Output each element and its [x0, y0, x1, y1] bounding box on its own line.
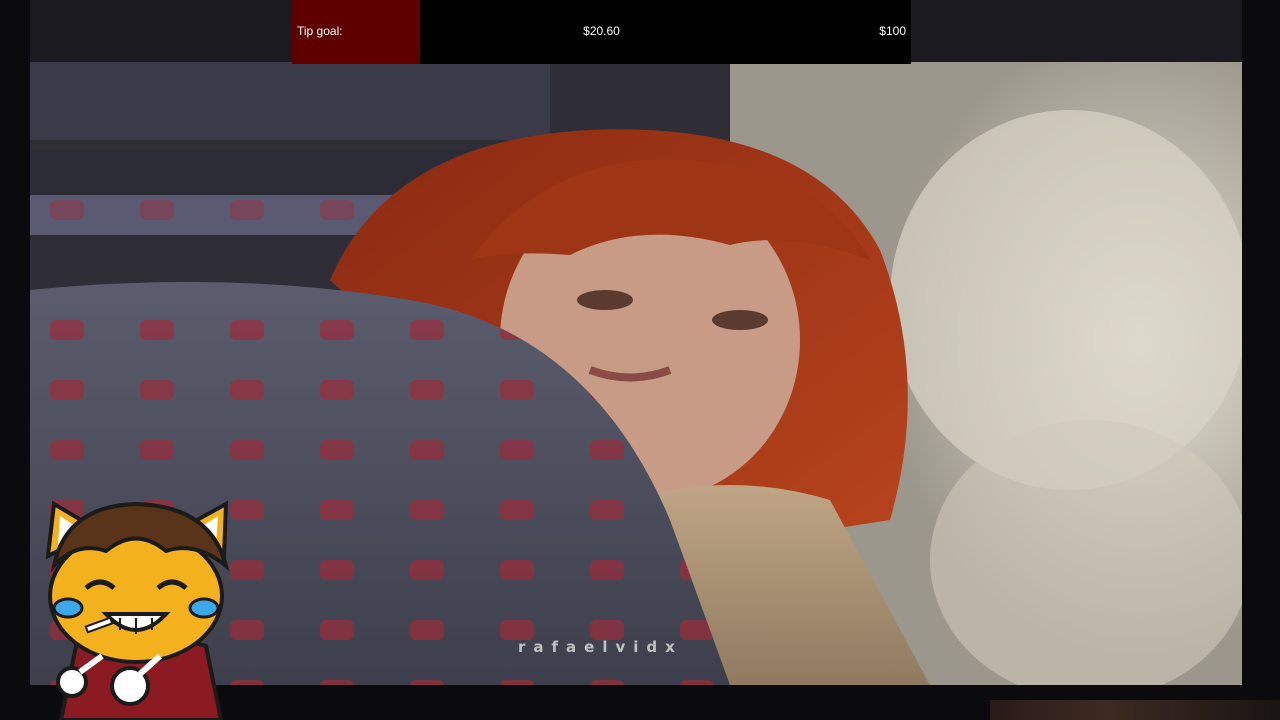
- corner-overlay: [990, 700, 1280, 720]
- tip-goal-target-amount: $100: [879, 24, 906, 38]
- cat-mascot-icon: [36, 496, 236, 720]
- tip-goal-bar: Tip goal: $20.60 $100: [292, 0, 911, 64]
- stream-view: Tip goal: $20.60 $100 rafaelvidx: [0, 0, 1280, 720]
- tip-goal-current-amount: $20.60: [583, 24, 620, 38]
- video-watermark: rafaelvidx: [518, 638, 683, 656]
